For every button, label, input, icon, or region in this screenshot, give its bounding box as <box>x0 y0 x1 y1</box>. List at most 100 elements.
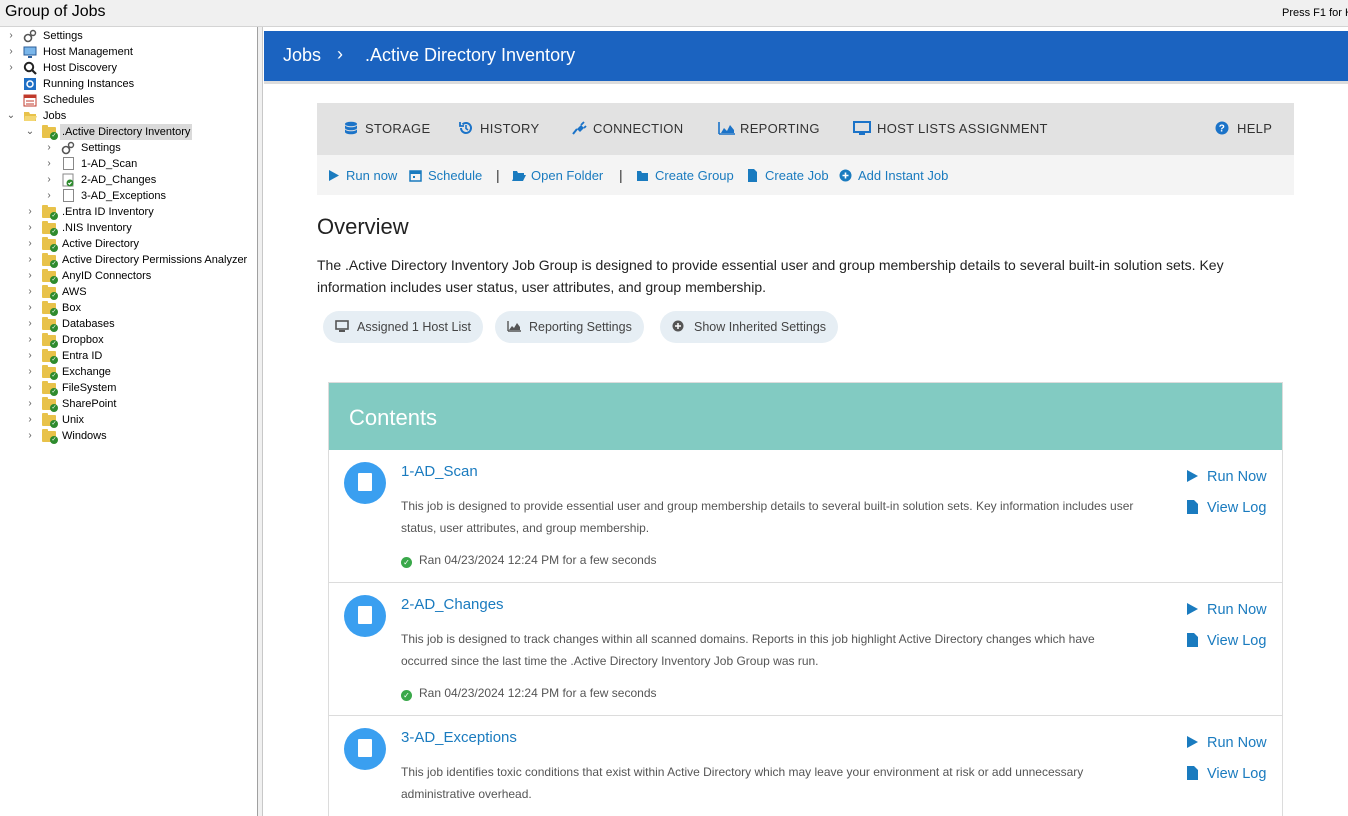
chevron-right-icon[interactable]: › <box>25 332 35 348</box>
tree-item-group[interactable]: › ✓ .Entra ID Inventory <box>0 204 257 220</box>
tree-item-group[interactable]: › ✓ Databases <box>0 316 257 332</box>
check-circle-icon: ✓ <box>401 690 412 701</box>
chevron-right-icon[interactable]: › <box>25 284 35 300</box>
tree-item-group-settings[interactable]: › Settings <box>0 140 257 156</box>
chevron-right-icon[interactable]: › <box>6 60 16 76</box>
job-run-now-link[interactable]: Run Now <box>1186 469 1267 485</box>
tree-item-label: .NIS Inventory <box>62 222 132 234</box>
job-name-link[interactable]: 1-AD_Scan <box>401 463 478 480</box>
history-icon <box>458 121 474 135</box>
job-group-folder-icon: ✓ <box>42 413 58 428</box>
tree-item-group[interactable]: › ✓ FileSystem <box>0 380 257 396</box>
tab-help[interactable]: ? HELP <box>1215 121 1272 136</box>
chevron-right-icon[interactable]: › <box>6 28 16 44</box>
tree-item-label: Active Directory <box>62 238 140 250</box>
assigned-host-list-button[interactable]: Assigned 1 Host List <box>323 311 483 343</box>
tree-item-group[interactable]: › ✓ Exchange <box>0 364 257 380</box>
chevron-right-icon[interactable]: › <box>25 316 35 332</box>
chevron-right-icon[interactable]: › <box>25 220 35 236</box>
help-circle-icon: ? <box>1215 121 1231 135</box>
tab-history[interactable]: HISTORY <box>458 121 539 136</box>
run-now-link[interactable]: Run now <box>327 168 397 183</box>
settings-tab-bar: STORAGE HISTORY CONNECTION REPORTING HOS… <box>317 103 1294 155</box>
tab-label: STORAGE <box>365 121 431 136</box>
chevron-right-icon[interactable]: › <box>25 300 35 316</box>
tree-item-3-ad-exceptions[interactable]: › 3-AD_Exceptions <box>0 188 257 204</box>
tree-item-label: Running Instances <box>43 78 135 90</box>
job-name-link[interactable]: 3-AD_Exceptions <box>401 729 517 746</box>
tree-item-group[interactable]: › ✓ .NIS Inventory <box>0 220 257 236</box>
job-view-log-link[interactable]: View Log <box>1186 766 1266 782</box>
panel-splitter[interactable] <box>258 27 263 816</box>
chevron-down-icon[interactable]: ⌄ <box>25 124 35 140</box>
job-group-folder-icon: ✓ <box>42 285 58 300</box>
breadcrumb-jobs-link[interactable]: Jobs <box>283 45 321 66</box>
tab-connection[interactable]: CONNECTION <box>571 121 683 136</box>
show-inherited-settings-button[interactable]: Show Inherited Settings <box>660 311 839 343</box>
tree-item-group[interactable]: › ✓ SharePoint <box>0 396 257 412</box>
tree-item-group[interactable]: › ✓ Dropbox <box>0 332 257 348</box>
job-run-now-link[interactable]: Run Now <box>1186 602 1267 618</box>
chevron-right-icon[interactable]: › <box>25 412 35 428</box>
help-hint: Press F1 for H <box>1282 7 1348 19</box>
chevron-right-icon[interactable]: › <box>44 140 54 156</box>
chevron-right-icon[interactable]: › <box>6 44 16 60</box>
link-label: Run Now <box>1207 735 1267 751</box>
tree-item-jobs[interactable]: ⌄ Jobs <box>0 108 257 124</box>
tree-item-running-instances[interactable]: Running Instances <box>0 76 257 92</box>
divider: | <box>496 167 500 183</box>
job-run-now-link[interactable]: Run Now <box>1186 735 1267 751</box>
chevron-right-icon[interactable]: › <box>25 268 35 284</box>
chevron-right-icon[interactable]: › <box>25 236 35 252</box>
chevron-right-icon[interactable]: › <box>25 364 35 380</box>
tree-item-group[interactable]: › ✓ Box <box>0 300 257 316</box>
tree-item-schedules[interactable]: Schedules <box>0 92 257 108</box>
job-name-link[interactable]: 2-AD_Changes <box>401 596 504 613</box>
tree-item-settings[interactable]: › Settings <box>0 28 257 44</box>
chevron-right-icon[interactable]: › <box>25 380 35 396</box>
tree-item-1-ad-scan[interactable]: › 1-AD_Scan <box>0 156 257 172</box>
job-status-text: Ran 04/23/2024 12:24 PM for a few second… <box>419 686 657 700</box>
chevron-right-icon[interactable]: › <box>25 428 35 444</box>
database-icon <box>343 121 359 135</box>
tree-item-group[interactable]: › ✓ Unix <box>0 412 257 428</box>
chevron-right-icon[interactable]: › <box>44 188 54 204</box>
chevron-right-icon[interactable]: › <box>25 252 35 268</box>
chevron-right-icon[interactable]: › <box>25 204 35 220</box>
chevron-right-icon[interactable]: › <box>25 396 35 412</box>
calendar-icon <box>409 169 422 182</box>
reporting-settings-button[interactable]: Reporting Settings <box>495 311 644 343</box>
refresh-icon <box>23 77 37 91</box>
tree-item-group[interactable]: › ✓ Active Directory Permissions Analyzer <box>0 252 257 268</box>
tree-item-active-directory-inventory[interactable]: ⌄ ✓ .Active Directory Inventory <box>0 124 257 140</box>
tree-item-group[interactable]: › ✓ AnyID Connectors <box>0 268 257 284</box>
tree-item-label: .Entra ID Inventory <box>62 206 154 218</box>
chevron-right-icon[interactable]: › <box>44 172 54 188</box>
job-card: 3-AD_Exceptions This job identifies toxi… <box>329 716 1282 816</box>
chevron-right-icon[interactable]: › <box>44 156 54 172</box>
tab-host-lists-assignment[interactable]: HOST LISTS ASSIGNMENT <box>853 121 1048 136</box>
tab-reporting[interactable]: REPORTING <box>718 121 820 136</box>
open-folder-link[interactable]: Open Folder <box>512 168 603 183</box>
monitor-icon <box>335 312 349 332</box>
tree-item-host-management[interactable]: › Host Management <box>0 44 257 60</box>
tree-item-group[interactable]: › ✓ AWS <box>0 284 257 300</box>
tree-item-2-ad-changes[interactable]: › 2-AD_Changes <box>0 172 257 188</box>
job-group-folder-icon: ✓ <box>42 397 58 412</box>
add-instant-job-link[interactable]: Add Instant Job <box>839 168 948 183</box>
tab-storage[interactable]: STORAGE <box>343 121 430 136</box>
chevron-down-icon[interactable]: ⌄ <box>6 108 16 124</box>
create-group-link[interactable]: Create Group <box>636 168 734 183</box>
tree-item-group[interactable]: › ✓ Entra ID <box>0 348 257 364</box>
create-job-link[interactable]: Create Job <box>746 168 829 183</box>
job-view-log-link[interactable]: View Log <box>1186 633 1266 649</box>
link-label: Run now <box>346 168 398 183</box>
job-file-check-icon <box>61 173 75 187</box>
schedule-link[interactable]: Schedule <box>409 168 482 183</box>
tree-item-group[interactable]: › ✓ Active Directory <box>0 236 257 252</box>
job-group-folder-icon: ✓ <box>42 429 58 444</box>
tree-item-group[interactable]: › ✓ Windows <box>0 428 257 444</box>
chevron-right-icon[interactable]: › <box>25 348 35 364</box>
job-view-log-link[interactable]: View Log <box>1186 500 1266 516</box>
tree-item-host-discovery[interactable]: › Host Discovery <box>0 60 257 76</box>
